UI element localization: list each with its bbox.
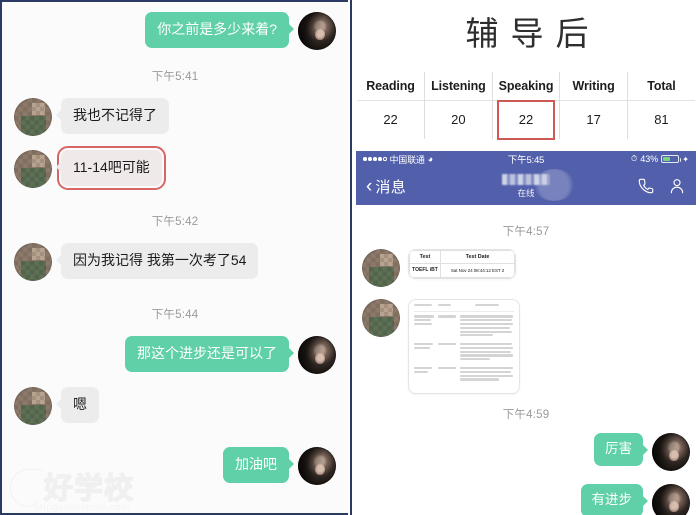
avatar-contact[interactable] (362, 249, 400, 287)
redacted-card-row (414, 315, 514, 338)
score-header-writing: Writing (559, 72, 628, 101)
chat-row-outgoing: 有进步 (352, 484, 700, 515)
score-header-listening: Listening (424, 72, 493, 101)
ios-status-bar: 中国联通 ◕ 下午5:45 ⏱ 43% ✦ (356, 151, 696, 167)
avatar-self[interactable] (298, 12, 336, 50)
score-value-reading: 22 (357, 100, 426, 139)
redacted-card-row (414, 366, 514, 382)
message-bubble-outgoing[interactable]: 你之前是多少来着? (145, 12, 294, 48)
avatar-self[interactable] (298, 336, 336, 374)
chat-row-outgoing: 加油吧 (2, 447, 348, 485)
avatar-contact[interactable] (362, 299, 400, 337)
screenshot-canvas: 你之前是多少来着? 下午5:41 我也不记得了 11-14吧可能 下午5:42 … (0, 0, 700, 515)
message-bubble-outgoing[interactable]: 厉害 (594, 433, 648, 466)
image-card-score-table[interactable]: Test Test Date TOEFL iBT Sat Nov 24 08:4… (408, 249, 516, 279)
message-bubble-outgoing[interactable]: 有进步 (580, 484, 648, 515)
glare-artifact (532, 169, 575, 201)
message-bubble-incoming[interactable]: 因为我记得 我第一次考了54 (55, 243, 259, 279)
chat-row-incoming-highlighted: 11-14吧可能 (2, 146, 348, 190)
right-result-panel: 辅导后 Reading Listening Speaking Writing T… (350, 0, 700, 515)
left-chat-panel: 你之前是多少来着? 下午5:41 我也不记得了 11-14吧可能 下午5:42 … (0, 0, 348, 515)
message-bubble-incoming[interactable]: 我也不记得了 (56, 98, 169, 134)
nav-actions (637, 177, 686, 195)
chat-row-image-card: Test Test Date TOEFL iBT Sat Nov 24 08:4… (352, 249, 700, 287)
chat-row-outgoing: 厉害 (352, 433, 700, 472)
right-chat-area[interactable]: 下午4:57 Test Test Date TOEFL iBT Sat Nov … (352, 205, 700, 515)
chat-row-incoming: 我也不记得了 (2, 98, 348, 136)
back-button-label: 消息 (375, 178, 407, 196)
message-bubble-incoming[interactable]: 嗯 (56, 387, 99, 423)
chat-timestamp: 下午5:41 (151, 71, 199, 83)
score-value-total: 81 (654, 112, 669, 127)
score-table: Reading Listening Speaking Writing Total… (357, 72, 695, 139)
embedded-value-test-date: Sat Nov 24 08:44:12 EST 2 (440, 263, 515, 278)
chat-timestamp: 下午4:57 (502, 226, 550, 238)
avatar-self[interactable] (652, 484, 690, 515)
avatar-contact[interactable] (14, 98, 52, 136)
avatar-contact[interactable] (14, 387, 52, 425)
image-card-score-report[interactable] (408, 299, 520, 395)
chat-timestamp: 下午5:44 (151, 309, 199, 321)
avatar-contact[interactable] (14, 150, 52, 188)
embedded-test-table: Test Test Date TOEFL iBT Sat Nov 24 08:4… (409, 250, 515, 278)
chat-row-incoming: 嗯 (2, 387, 348, 425)
score-header-total: Total (647, 79, 676, 93)
chat-timestamp: 下午4:59 (502, 409, 550, 422)
message-bubble-outgoing[interactable]: 那这个进步还是可以了 (125, 336, 294, 372)
score-value-speaking-highlighted: 22 (492, 99, 561, 139)
person-icon[interactable] (668, 177, 686, 195)
embedded-header-test: Test (409, 250, 441, 264)
score-header-speaking: Speaking (492, 72, 561, 101)
score-value-writing: 17 (559, 100, 628, 139)
presence-label: 在线 (517, 187, 535, 198)
watermark-url: httpgoodschool.com (34, 502, 130, 513)
phone-icon[interactable] (637, 177, 655, 195)
chat-row-incoming: 因为我记得 我第一次考了54 (2, 243, 348, 281)
message-bubble-incoming-highlighted[interactable]: 11-14吧可能 (56, 146, 166, 190)
phone-bars: 中国联通 ◕ 下午5:45 ⏱ 43% ✦ ‹ 消息 在线 (356, 151, 696, 205)
status-bar-clock: 下午5:45 (507, 155, 545, 166)
chat-scroll-area[interactable]: 你之前是多少来着? 下午5:41 我也不记得了 11-14吧可能 下午5:42 … (2, 12, 348, 513)
back-button[interactable]: ‹ 消息 (366, 176, 406, 197)
message-bubble-outgoing[interactable]: 加油吧 (223, 447, 294, 483)
avatar-contact[interactable] (14, 243, 52, 281)
avatar-self[interactable] (652, 433, 690, 472)
embedded-value-test: TOEFL iBT (409, 263, 441, 278)
redacted-card-row (414, 343, 514, 362)
chat-row-image-card (352, 299, 700, 395)
score-value-listening: 20 (424, 100, 493, 139)
chat-timestamp: 下午5:42 (151, 216, 199, 228)
embedded-header-test-date: Test Date (440, 250, 515, 264)
score-header-reading: Reading (357, 72, 426, 101)
ios-nav-bar: ‹ 消息 在线 (356, 167, 696, 205)
chevron-left-icon: ‹ (366, 175, 373, 197)
chat-row-outgoing: 你之前是多少来着? (2, 12, 348, 50)
battery-icon (661, 155, 682, 163)
redacted-card-header (414, 304, 514, 308)
score-table-header-row: Reading Listening Speaking Writing Total (357, 72, 695, 101)
page-title: 辅导后 (465, 14, 601, 53)
avatar-self[interactable] (298, 447, 336, 485)
score-table-value-row: 22 20 22 17 81 (357, 99, 695, 139)
chat-row-outgoing: 那这个进步还是可以了 (2, 336, 348, 374)
